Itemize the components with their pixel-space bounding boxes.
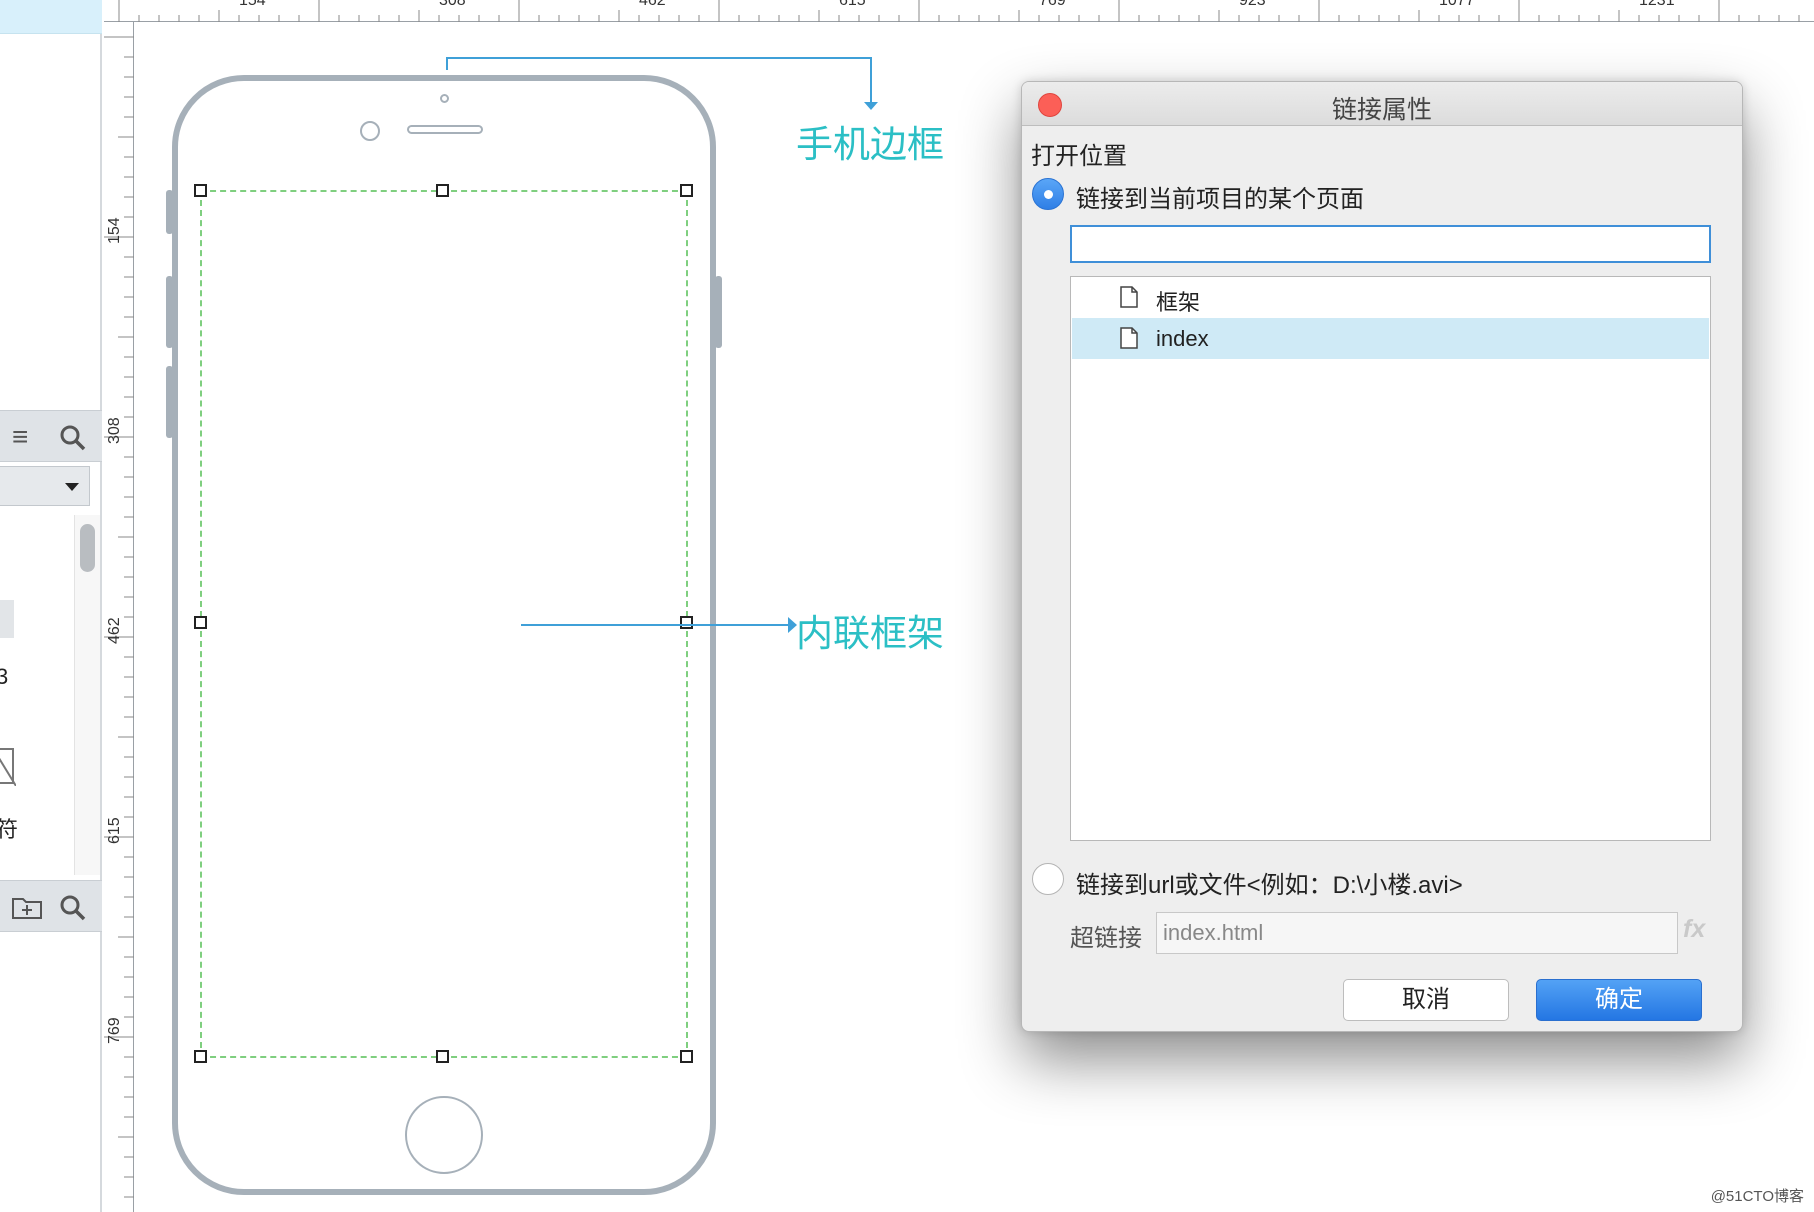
ruler-label: 1077 xyxy=(1439,0,1475,9)
dialog-title: 链接属性 xyxy=(1331,96,1432,124)
ruler-label: 615 xyxy=(106,817,123,844)
phone-border-connector xyxy=(446,57,872,104)
phone-home-button xyxy=(405,1096,483,1174)
ruler-label: 1231 xyxy=(1639,0,1675,9)
phone-border-annotation: 手机边框 xyxy=(796,124,944,165)
search-icon[interactable] xyxy=(60,895,86,921)
resize-handle[interactable] xyxy=(436,1050,449,1063)
hyperlink-label: 超链接 xyxy=(1070,925,1142,952)
page-tree-item[interactable]: 框架 xyxy=(1072,277,1709,318)
ok-button[interactable]: 确定 xyxy=(1536,979,1702,1021)
link-to-url-label[interactable]: 链接到url或文件<例如：D:\小楼.avi> xyxy=(1076,865,1463,900)
page-tree-item-label: index xyxy=(1156,326,1209,351)
annotation-connectors xyxy=(446,57,878,633)
resize-handle[interactable] xyxy=(680,1050,693,1063)
fx-icon[interactable]: fx xyxy=(1683,915,1705,944)
cancel-button[interactable]: 取消 xyxy=(1343,979,1509,1021)
resize-handle[interactable] xyxy=(194,1050,207,1063)
ruler-label: 769 xyxy=(106,1017,123,1044)
watermark: @51CTO博客 xyxy=(1710,1188,1804,1205)
page-tree-item-selected[interactable]: index xyxy=(1072,318,1709,359)
hyperlink-input[interactable] xyxy=(1156,912,1678,954)
dialog-titlebar[interactable]: 链接属性 xyxy=(1022,82,1742,126)
link-properties-dialog: 链接属性 打开位置 链接到当前项目的某个页面 框架 index 链接到url或文… xyxy=(1021,81,1743,1032)
panel-bottom-toolbar xyxy=(0,880,102,932)
inline-frame-annotation: 内联框架 xyxy=(796,613,944,654)
page-document-icon xyxy=(1120,286,1138,308)
link-to-page-radio[interactable] xyxy=(1032,178,1064,210)
link-to-url-radio[interactable] xyxy=(1032,863,1064,895)
page-document-icon xyxy=(1120,327,1138,349)
link-to-page-label[interactable]: 链接到当前项目的某个页面 xyxy=(1076,179,1364,214)
add-folder-icon[interactable] xyxy=(12,895,42,919)
page-search-input[interactable] xyxy=(1070,225,1711,263)
arrow-down-icon xyxy=(864,102,878,110)
page-tree[interactable]: 框架 index xyxy=(1070,276,1711,841)
open-location-label: 打开位置 xyxy=(1031,143,1127,170)
image-placeholder-icon[interactable] xyxy=(0,748,16,786)
page-tree-item-label: 框架 xyxy=(1156,290,1201,315)
panel-item-label: 符 xyxy=(0,817,19,842)
ruler-label: 769 xyxy=(1039,0,1066,9)
ruler-label: 923 xyxy=(1239,0,1266,9)
